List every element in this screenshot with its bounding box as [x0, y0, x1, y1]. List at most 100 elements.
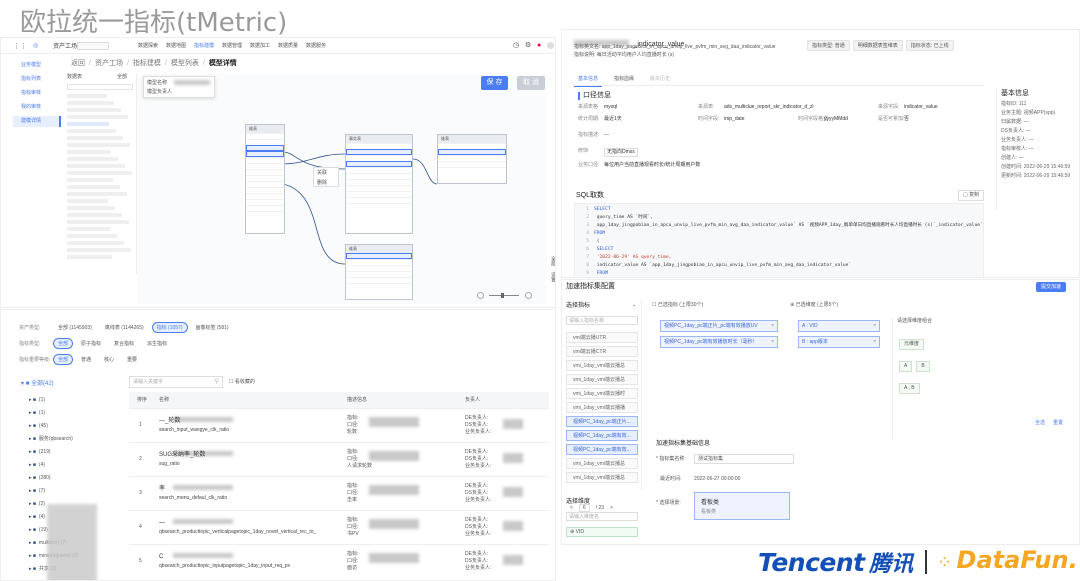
left-menu-item[interactable]: 指标审核: [13, 88, 61, 99]
reset-link[interactable]: 重置: [1053, 420, 1063, 427]
nav-item[interactable]: 指标建模: [194, 43, 214, 50]
table-list-item[interactable]: [67, 241, 124, 245]
submit-accel-button[interactable]: 提交加速: [1036, 282, 1066, 292]
left-tab-table[interactable]: 数据表: [67, 74, 82, 81]
table-list-item[interactable]: [67, 129, 116, 133]
menu-item-relate[interactable]: 关联: [314, 168, 338, 179]
metric-list-item[interactable]: vmi_1day_vmi端云播总: [566, 472, 638, 483]
nav-item[interactable]: 数据管理: [222, 43, 242, 50]
selected-dim-tag[interactable]: A : VID ×: [798, 320, 880, 332]
table-list-item[interactable]: [67, 136, 123, 140]
tree-item[interactable]: ▸ ■ (1): [29, 394, 119, 407]
breadcrumb-item[interactable]: 模型列表: [171, 60, 199, 67]
table-list-item[interactable]: [67, 171, 132, 175]
left-tab-all[interactable]: 全部: [117, 74, 127, 81]
table-list-item[interactable]: [67, 101, 114, 105]
breadcrumb-item[interactable]: 资产工场: [95, 60, 123, 67]
tree-item[interactable]: ▸ ■ (4): [29, 459, 119, 472]
bell-icon[interactable]: ●: [537, 42, 541, 49]
metric-list-item[interactable]: 视频PC_1day_pc端有效...: [566, 444, 638, 455]
dim-table-node-3[interactable]: 维表: [345, 244, 413, 300]
avatar[interactable]: [547, 42, 554, 49]
close-icon[interactable]: ×: [873, 337, 876, 348]
table-row[interactable]: 5 Cqbsearch_producttopic_inputpagetopic_1…: [129, 544, 549, 578]
selected-metric-tag[interactable]: 视频PC_1day_pc端正片_pc端有效播放UV ×: [660, 320, 778, 332]
cancel-button[interactable]: 取 消: [517, 76, 545, 90]
option-card[interactable]: 看板类 看板类: [694, 492, 790, 520]
metric-list-item[interactable]: 视频PC_1day_pc端有效...: [566, 430, 638, 441]
dim-table-node-1[interactable]: 维表: [245, 124, 285, 234]
help-icon[interactable]: ◷: [513, 42, 519, 49]
dim-search-input[interactable]: 请输入维度名: [566, 512, 638, 521]
table-list-item[interactable]: [67, 248, 131, 252]
table-list-item[interactable]: [67, 164, 125, 168]
table-list-item[interactable]: [67, 220, 129, 224]
filter-option[interactable]: 核心: [99, 354, 120, 365]
name-input[interactable]: 测试指标集: [694, 454, 794, 464]
model-canvas[interactable]: 模型名称 模型负责人 维表 事实表 维表 维表 关联 删除: [137, 74, 547, 304]
close-icon[interactable]: ×: [873, 321, 876, 332]
table-list-item[interactable]: [67, 157, 118, 161]
side-tool-global[interactable]: 全局: [549, 256, 555, 266]
table-list-item[interactable]: [67, 185, 120, 189]
metric-search-input[interactable]: 请输入指标名称: [566, 316, 638, 325]
nav-item[interactable]: 数据服务: [306, 43, 326, 50]
nav-item[interactable]: 数据加工: [250, 43, 270, 50]
grid-icon[interactable]: ⋮⋮: [13, 42, 27, 50]
project-select[interactable]: [77, 42, 109, 50]
selected-metric-tag[interactable]: 视频PC_1day_pc端有效播放时长（毫秒） ×: [660, 336, 778, 348]
select-all-link[interactable]: 全选: [1035, 420, 1045, 427]
metric-list-item[interactable]: vmi端云播UTR: [566, 332, 638, 343]
table-list-item[interactable]: [67, 227, 110, 231]
list-search[interactable]: [67, 84, 133, 90]
table-list-item[interactable]: [67, 108, 121, 112]
table-list-item[interactable]: [67, 234, 117, 238]
close-icon[interactable]: ×: [771, 337, 774, 348]
filter-option[interactable]: 派生指标: [142, 338, 173, 349]
copy-button[interactable]: ▢ 复制: [958, 190, 985, 201]
zoom-slider[interactable]: [477, 292, 533, 300]
nav-item[interactable]: 数据探索: [138, 43, 158, 50]
nav-item[interactable]: 数据地图: [166, 43, 186, 50]
detail-tab[interactable]: 版本历史: [646, 76, 674, 86]
chevron-down-icon[interactable]: ⌄: [632, 302, 636, 309]
filter-option[interactable]: 重要: [122, 354, 143, 365]
metric-list-item[interactable]: vmi_1day_vmi端云播总: [566, 374, 638, 385]
table-row[interactable]: 3 率 search_menu_defaul_clk_ratio 指标: 口径: 击率 DE…: [129, 476, 549, 510]
left-menu-item[interactable]: 指标列表: [13, 74, 61, 85]
detail-tab[interactable]: 指标血缘: [610, 76, 638, 86]
filter-option[interactable]: 普通: [76, 354, 97, 365]
save-button[interactable]: 保 存: [481, 76, 508, 90]
tree-item[interactable]: ▸ ■ (280): [29, 472, 119, 485]
filter-option[interactable]: 画像标签 (581): [190, 322, 234, 333]
sql-code-block[interactable]: 1 SELECT 2 query_time AS `时间`, 3 app_1day_j…: [574, 203, 984, 277]
table-list-item[interactable]: [67, 199, 108, 203]
table-row[interactable]: 4 — qbsearch_producttopic_verticalpagetopi…: [129, 510, 549, 544]
side-tool-settings[interactable]: 设置: [549, 272, 555, 282]
table-list-item[interactable]: [67, 178, 113, 182]
metric-list-item[interactable]: vmi端云播CTR: [566, 346, 638, 357]
table-list-item[interactable]: [67, 192, 127, 196]
combo-item[interactable]: A: [899, 361, 913, 372]
metric-list-item[interactable]: 视频PC_1day_pc端正片...: [566, 416, 638, 427]
table-list-item[interactable]: [67, 94, 107, 98]
combo-item[interactable]: A , B: [899, 383, 920, 394]
combo-item[interactable]: 元维度: [899, 339, 925, 350]
table-list-item[interactable]: [67, 143, 130, 147]
left-menu-item[interactable]: 我的审核: [13, 102, 61, 113]
combo-item[interactable]: B: [916, 361, 930, 372]
dim-item-vid[interactable]: ⊕ VID: [566, 527, 638, 537]
filter-option[interactable]: 全部: [53, 354, 74, 365]
left-menu-item[interactable]: 建模详情: [13, 116, 61, 127]
selected-dim-tag[interactable]: B : app版本 ×: [798, 336, 880, 348]
breadcrumb-item[interactable]: 返回: [71, 60, 85, 67]
table-row[interactable]: 1 —_轮数 search_input_wangye_clk_ratio 指标: 口径:…: [129, 408, 549, 442]
table-list-item[interactable]: [67, 213, 122, 217]
breadcrumb-item[interactable]: 指标建模: [133, 60, 161, 67]
fact-table-node[interactable]: 事实表: [345, 134, 413, 234]
tree-item[interactable]: ▸ ■ (1): [29, 407, 119, 420]
metric-list-item[interactable]: vmi_1day_vmi端云播总: [566, 360, 638, 371]
dim-table-node-2[interactable]: 维表: [437, 134, 507, 184]
table-row[interactable]: 2 SUG采纳率_轮数 sug_ratio 指标: 口径: 人请求轮数 DE负责人: DS负责…: [129, 442, 549, 476]
detail-tab[interactable]: 基本信息: [574, 76, 603, 87]
